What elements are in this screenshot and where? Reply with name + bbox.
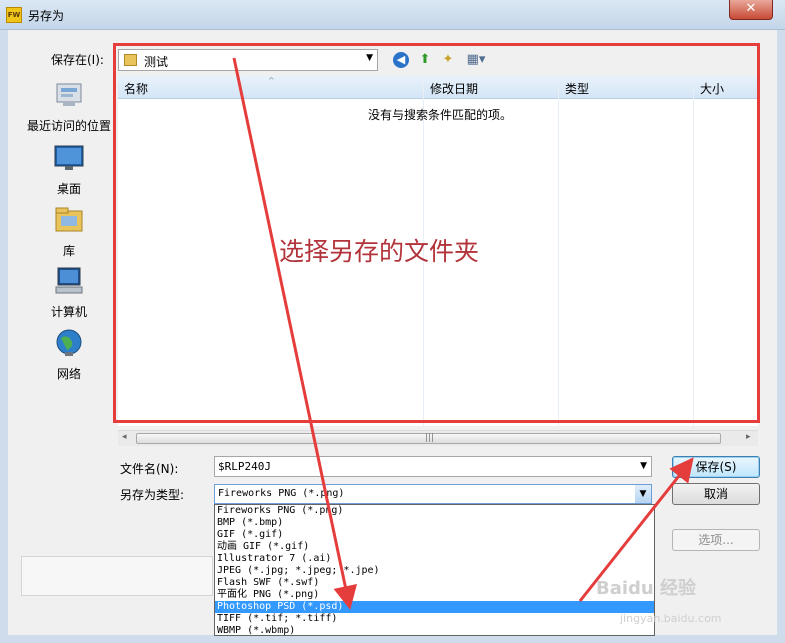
file-type-option[interactable]: WBMP (*.wbmp) (215, 625, 654, 637)
fireworks-app-icon: FW (6, 7, 22, 23)
file-name-value: $RLP240J (218, 460, 271, 473)
annotation-text: 选择另存的文件夹 (279, 237, 480, 266)
place-computer[interactable]: 计算机 (24, 266, 114, 320)
file-type-option[interactable]: JPEG (*.jpg; *.jpeg; *.jpe) (215, 565, 654, 577)
file-type-value: Fireworks PNG (*.png) (218, 488, 345, 499)
save-button[interactable]: 保存(S) (672, 456, 760, 478)
chevron-down-icon[interactable]: ▼ (640, 461, 647, 471)
file-type-option[interactable]: Fireworks PNG (*.png) (215, 505, 654, 517)
scroll-left-icon[interactable]: ◂ (122, 432, 127, 442)
place-label: 计算机 (50, 305, 87, 319)
file-type-option[interactable]: BMP (*.bmp) (215, 517, 654, 529)
chevron-down-icon[interactable]: ▼ (635, 485, 651, 503)
file-type-option-selected[interactable]: Photoshop PSD (*.psd) (215, 601, 654, 613)
file-type-option[interactable]: 平面化 PNG (*.png) (215, 589, 654, 601)
place-label: 最近访问的位置 (26, 119, 111, 133)
file-type-option[interactable]: 动画 GIF (*.gif) (215, 541, 654, 553)
horizontal-scrollbar[interactable]: ◂ ||| ▸ (118, 430, 758, 446)
file-name-input[interactable]: $RLP240J ▼ (214, 456, 652, 477)
save-in-label: 保存在(I): (51, 53, 104, 67)
libraries-icon (55, 207, 83, 232)
file-type-option[interactable]: GIF (*.gif) (215, 529, 654, 541)
title-bar: FW 另存为 ✕ (0, 0, 785, 30)
scroll-thumb[interactable]: ||| (136, 433, 721, 444)
file-type-option[interactable]: Illustrator 7 (.ai) (215, 553, 654, 565)
place-recent[interactable]: 最近访问的位置 (24, 80, 114, 134)
file-type-label: 另存为类型: (120, 488, 185, 502)
watermark-brand: Baidu 经验 (596, 578, 697, 599)
file-type-dropdown-list[interactable]: Fireworks PNG (*.png) BMP (*.bmp) GIF (*… (214, 504, 655, 636)
file-name-label: 文件名(N): (120, 462, 179, 476)
recent-places-icon (56, 83, 82, 106)
grip-icon: ||| (425, 433, 435, 443)
place-network[interactable]: 网络 (24, 328, 114, 382)
hide-folders-area (21, 556, 213, 596)
place-label: 库 (62, 244, 75, 258)
close-button[interactable]: ✕ (729, 0, 773, 20)
network-icon (56, 329, 82, 356)
place-label: 网络 (56, 367, 81, 381)
place-label: 桌面 (56, 182, 81, 196)
scroll-right-icon[interactable]: ▸ (746, 432, 751, 442)
place-desktop[interactable]: 桌面 (24, 143, 114, 197)
file-type-select[interactable]: Fireworks PNG (*.png) ▼ (214, 484, 652, 504)
place-libraries[interactable]: 库 (24, 205, 114, 259)
window-title: 另存为 (28, 9, 65, 23)
computer-icon (55, 267, 83, 294)
options-button[interactable]: 选项... (672, 529, 760, 551)
desktop-icon (54, 145, 84, 170)
file-type-option[interactable]: Flash SWF (*.swf) (215, 577, 654, 589)
watermark-url: jingyan.baidu.com (620, 612, 722, 625)
cancel-button[interactable]: 取消 (672, 483, 760, 505)
file-type-option[interactable]: TIFF (*.tif; *.tiff) (215, 613, 654, 625)
